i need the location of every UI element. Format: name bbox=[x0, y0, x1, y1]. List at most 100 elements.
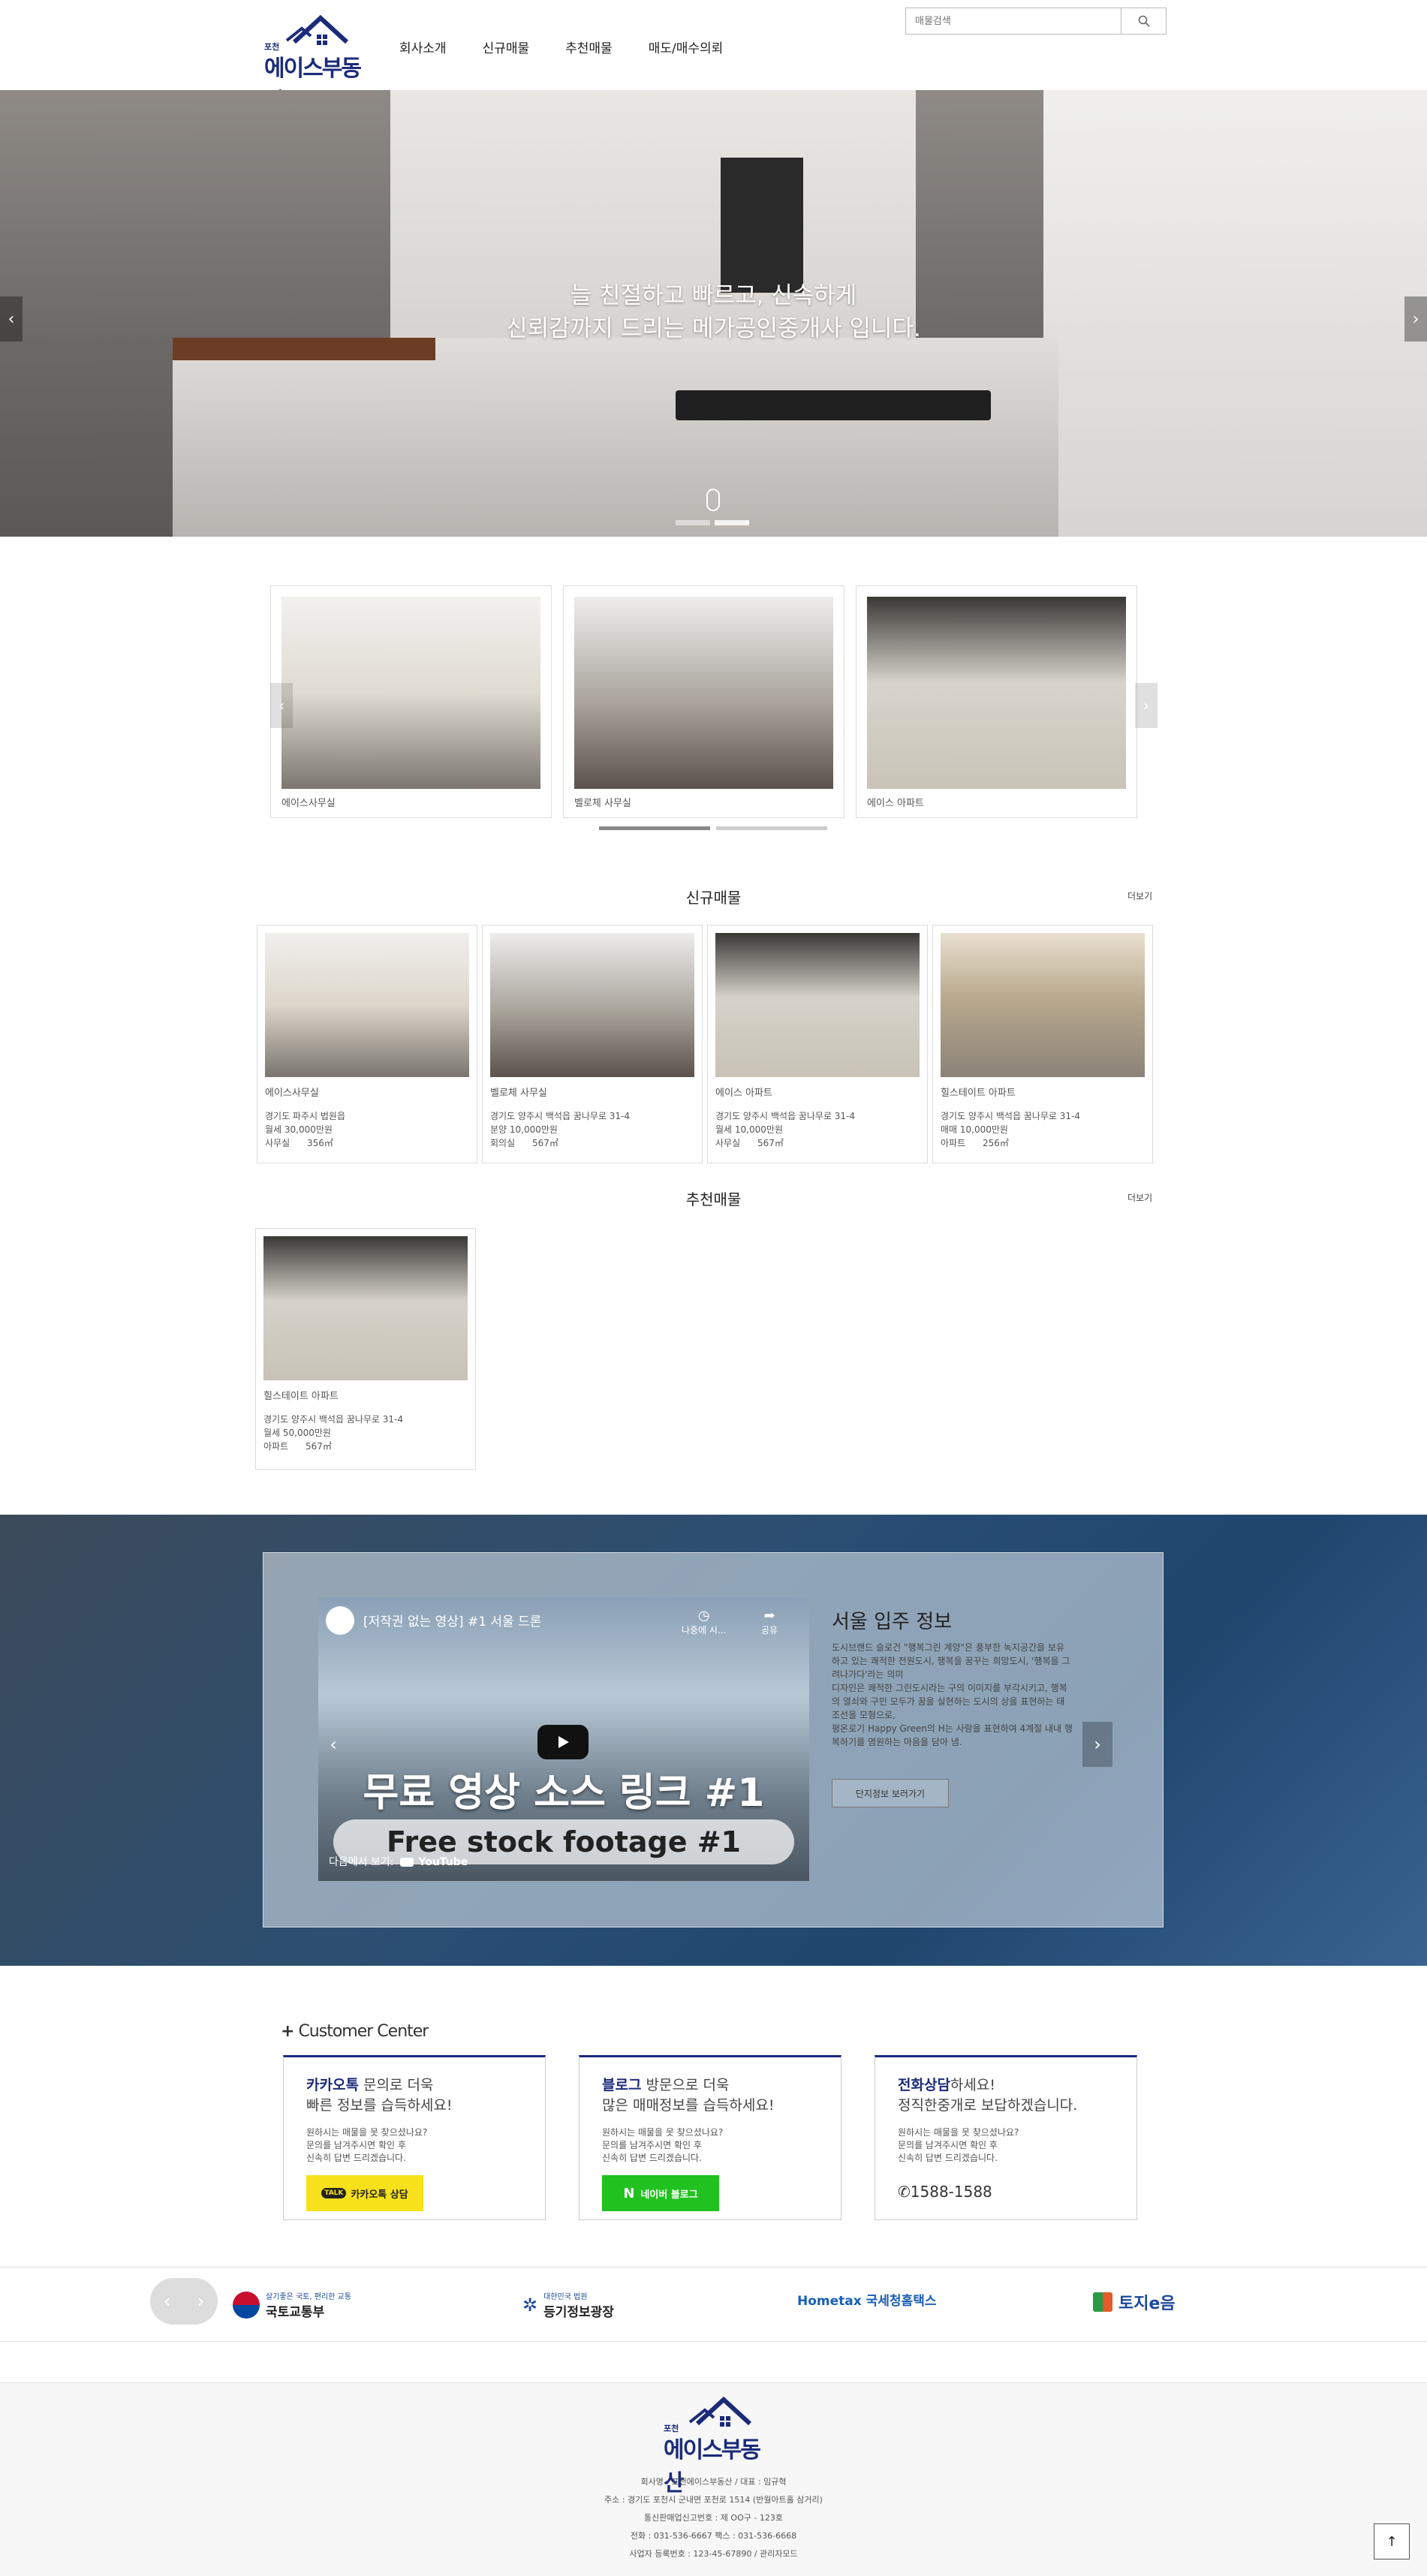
video-overlay-title: 무료 영상 소스 링크 #1 bbox=[363, 1771, 765, 1816]
video-player[interactable]: [저작권 없는 영상] #1 서울 드론 ◷ 나중에 시... ➦ 공유 무료 … bbox=[318, 1597, 809, 1881]
search-input[interactable] bbox=[906, 8, 1121, 34]
chevron-left-icon: ‹ bbox=[330, 1734, 337, 1755]
footer-line[interactable]: 사업자 등록번호 : 123-45-67890 / 관리자모드 bbox=[0, 2545, 1427, 2563]
watch-on-youtube[interactable]: 다음에서 보기: YouTube bbox=[329, 1854, 468, 1869]
hero-next-button[interactable]: › bbox=[1404, 296, 1427, 342]
partner-eum[interactable]: 토지e음 bbox=[1093, 2290, 1176, 2314]
video-prev-button[interactable]: ‹ bbox=[318, 1722, 348, 1767]
share-button[interactable]: ➦ 공유 bbox=[761, 1608, 778, 1636]
chevron-left-icon[interactable]: ‹ bbox=[164, 2291, 171, 2312]
chevron-right-icon: › bbox=[1094, 1734, 1101, 1755]
carousel-card[interactable]: 에이스사무실 bbox=[270, 585, 552, 818]
listing-type: 사무실 bbox=[265, 1138, 291, 1148]
recommended-title: 추천매물 bbox=[685, 1190, 742, 1208]
partner-sub: 대한민국 법원 bbox=[543, 2293, 588, 2301]
search-button[interactable] bbox=[1121, 8, 1166, 34]
listing-name: 힐스테이트 아파트 bbox=[941, 1088, 1016, 1099]
listing-card[interactable]: 에이스사무실 경기도 파주시 법원읍 월세 30,000만원 사무실 356㎡ bbox=[257, 925, 477, 1163]
new-listings-more-link[interactable]: 더보기 bbox=[1127, 889, 1152, 902]
chevron-right-icon[interactable]: › bbox=[197, 2291, 205, 2312]
partner-links: ‹ › 살기좋은 국토, 편리한 교통 국토교통부 ✲ 대한민국 법원등기정보광장… bbox=[0, 2267, 1427, 2342]
listing-name: 에이스사무실 bbox=[265, 1088, 319, 1099]
phone-number[interactable]: ✆1588-1588 bbox=[898, 2183, 1114, 2201]
listing-address: 경기도 양주시 백석읍 꿈나무로 31-4 bbox=[715, 1111, 856, 1121]
customer-center-label: Customer Center bbox=[298, 2022, 429, 2041]
carousel-page-1[interactable] bbox=[599, 826, 710, 830]
search-icon bbox=[1138, 15, 1150, 27]
chevron-right-icon: › bbox=[1412, 309, 1419, 329]
listing-card[interactable]: 힐스테이트 아파트 경기도 양주시 백석읍 꿈나무로 31-4 매매 10,00… bbox=[932, 925, 1153, 1163]
kakao-button[interactable]: TALK 카카오톡 상담 bbox=[306, 2175, 423, 2211]
customer-center-title: + Customer Center bbox=[281, 2022, 429, 2041]
video-title[interactable]: [저작권 없는 영상] #1 서울 드론 bbox=[363, 1611, 541, 1630]
watch-later-label: 나중에 시... bbox=[682, 1625, 727, 1636]
scroll-top-button[interactable]: ↑ bbox=[1374, 2523, 1410, 2559]
listing-card[interactable]: 벨로체 사무실 경기도 양주시 백석읍 꿈나무로 31-4 분양 10,000만… bbox=[482, 925, 703, 1163]
naver-blog-button[interactable]: N 네이버 블로그 bbox=[602, 2175, 719, 2211]
listing-price: 월세 30,000만원 bbox=[265, 1124, 333, 1135]
partner-nav: ‹ › bbox=[150, 2278, 218, 2325]
listing-name: 힐스테이트 아파트 bbox=[263, 1391, 339, 1402]
card-heading-strong: 카카오톡 bbox=[306, 2077, 359, 2093]
card-desc-line: 원하시는 매물을 못 찾으셨나요? bbox=[306, 2127, 428, 2138]
carousel-card[interactable]: 에이스 아파트 bbox=[856, 585, 1137, 818]
youtube-label: YouTube bbox=[418, 1856, 468, 1868]
info-description: 도시브랜드 슬로건 "행복그린 계양"은 풍부한 녹지공간을 보유 하고 있는 … bbox=[832, 1641, 1093, 1749]
hero-image-cooktop bbox=[676, 390, 991, 420]
taegeuk-icon bbox=[233, 2292, 260, 2319]
carousel-label: 벨로체 사무실 bbox=[574, 798, 631, 809]
listing-area: 567㎡ bbox=[532, 1138, 558, 1148]
partner-molit[interactable]: 살기좋은 국토, 편리한 교통 국토교통부 bbox=[233, 2290, 351, 2320]
listing-type: 아파트 bbox=[263, 1441, 289, 1452]
info-line: 복하기를 염원하는 마음을 담아 냄. bbox=[832, 1737, 962, 1747]
card-desc-line: 신속히 답변 드리겠습니다. bbox=[306, 2153, 406, 2163]
share-label: 공유 bbox=[761, 1625, 778, 1636]
carousel-image bbox=[281, 597, 540, 789]
chevron-right-icon: › bbox=[1143, 697, 1149, 715]
footer-logo[interactable]: 포천 에이스부동산 bbox=[664, 2395, 769, 2496]
partner-iros[interactable]: ✲ 대한민국 법원등기정보광장 bbox=[522, 2290, 614, 2320]
card-desc-line: 원하시는 매물을 못 찾으셨나요? bbox=[898, 2127, 1019, 2138]
nav-request[interactable]: 매도/매수의뢰 bbox=[649, 38, 724, 56]
play-button[interactable] bbox=[537, 1725, 589, 1759]
court-icon: ✲ bbox=[522, 2295, 538, 2316]
hero-pagination bbox=[676, 520, 749, 525]
listing-card[interactable]: 힐스테이트 아파트 경기도 양주시 백석읍 꿈나무로 31-4 월세 50,00… bbox=[255, 1228, 476, 1470]
card-heading: 블로그 방문으로 더욱 많은 매매정보를 습득하세요! bbox=[602, 2075, 818, 2116]
partner-name: 등기정보광장 bbox=[543, 2305, 614, 2320]
hero-dot-1[interactable] bbox=[676, 520, 710, 525]
info-line: 의 열쇠와 구민 모두가 꿈을 실현하는 도시의 상을 표현하는 태 bbox=[832, 1696, 1065, 1707]
nav-company[interactable]: 회사소개 bbox=[399, 38, 447, 56]
listing-address: 경기도 양주시 백석읍 꿈나무로 31-4 bbox=[490, 1111, 631, 1121]
recommended-more-link[interactable]: 더보기 bbox=[1127, 1191, 1152, 1204]
listing-address: 경기도 파주시 법원읍 bbox=[265, 1111, 345, 1121]
partner-hometax[interactable]: Hometax 국세청홈택스 bbox=[797, 2290, 936, 2309]
hero-image-counter bbox=[173, 338, 1058, 537]
carousel-prev-button[interactable]: ‹ bbox=[270, 683, 293, 728]
listing-area: 256㎡ bbox=[983, 1138, 1009, 1148]
card-heading: 카카오톡 문의로 더욱 빠른 정보를 습득하세요! bbox=[306, 2075, 522, 2116]
naver-button-label: 네이버 블로그 bbox=[640, 2189, 698, 2201]
carousel-card[interactable]: 벨로체 사무실 bbox=[563, 585, 844, 818]
listing-card[interactable]: 에이스 아파트 경기도 양주시 백석읍 꿈나무로 31-4 월세 10,000만… bbox=[707, 925, 928, 1163]
hero-dot-2[interactable] bbox=[715, 520, 749, 525]
site-logo[interactable]: 포천 에이스부동산 bbox=[264, 14, 362, 115]
card-desc-line: 문의를 남겨주시면 확인 후 bbox=[306, 2140, 406, 2150]
nav-recommended[interactable]: 추천매물 bbox=[565, 38, 613, 56]
card-description: 원하시는 매물을 못 찾으셨나요? 문의를 남겨주시면 확인 후 신속히 답변 … bbox=[306, 2126, 522, 2165]
info-detail-button[interactable]: 단지정보 보러가기 bbox=[832, 1779, 949, 1807]
partner-sub: 살기좋은 국토, 편리한 교통 bbox=[266, 2293, 351, 2301]
info-line: 하고 있는 쾌적한 전원도시, 행복을 꿈꾸는 희망도시, '행복을 그 bbox=[832, 1656, 1070, 1666]
watch-later-button[interactable]: ◷ 나중에 시... bbox=[682, 1608, 726, 1636]
phone-label: 1588-1588 bbox=[910, 2183, 992, 2201]
carousel-image bbox=[574, 597, 833, 789]
house-logo-icon bbox=[688, 2396, 752, 2427]
listing-area: 567㎡ bbox=[306, 1441, 332, 1452]
channel-avatar[interactable] bbox=[326, 1606, 354, 1635]
listing-price: 월세 50,000만원 bbox=[263, 1428, 331, 1438]
hero-prev-button[interactable]: ‹ bbox=[0, 296, 23, 342]
carousel-page-2[interactable] bbox=[716, 826, 827, 830]
carousel-next-button[interactable]: › bbox=[1135, 683, 1158, 728]
main-nav: 회사소개 신규매물 추천매물 매도/매수의뢰 bbox=[399, 38, 723, 56]
nav-new-listings[interactable]: 신규매물 bbox=[483, 38, 530, 56]
